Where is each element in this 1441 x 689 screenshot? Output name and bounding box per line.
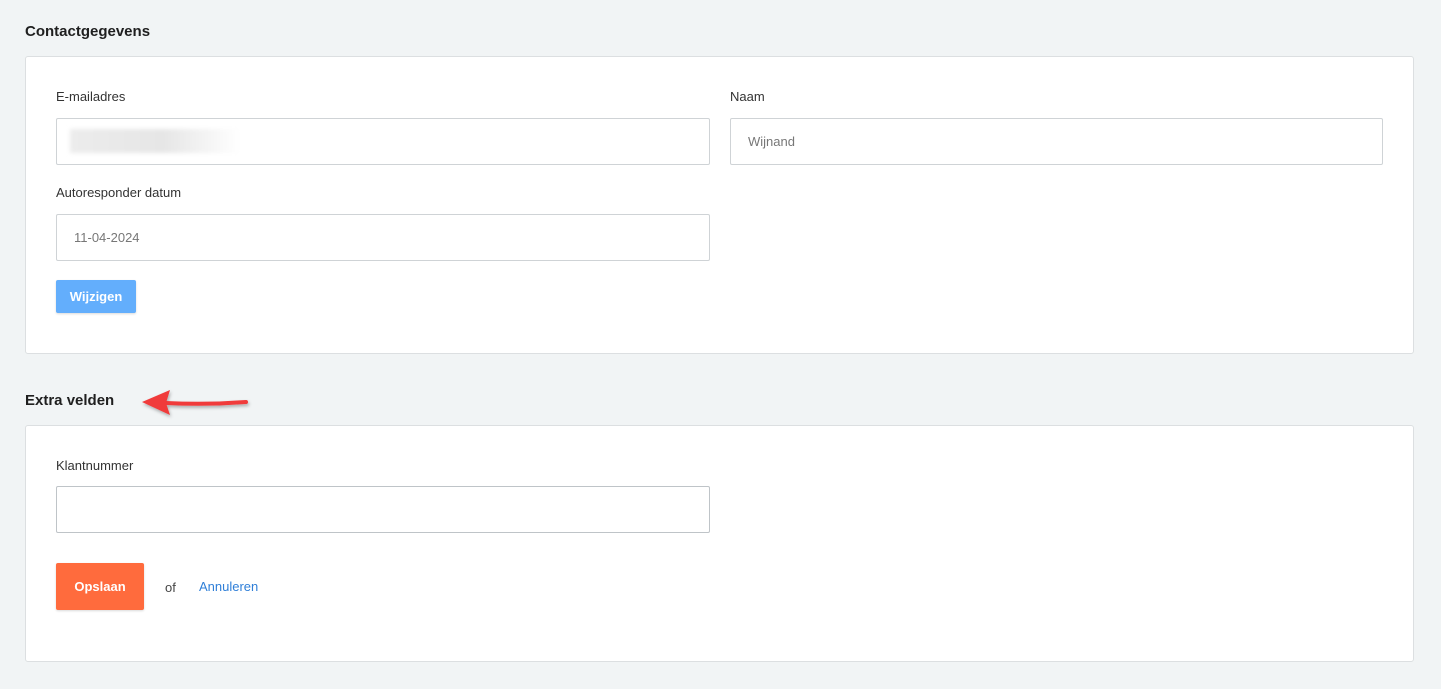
customer-number-label: Klantnummer xyxy=(56,458,134,473)
email-field[interactable] xyxy=(56,118,710,165)
extra-section-title: Extra velden xyxy=(25,392,115,409)
change-button[interactable]: Wijzigen xyxy=(56,280,136,313)
save-button[interactable]: Opslaan xyxy=(56,563,144,610)
name-label: Naam xyxy=(730,89,765,104)
red-arrow-left-icon xyxy=(142,390,248,415)
contact-section-title: Contactgegevens xyxy=(25,23,151,40)
email-label: E-mailadres xyxy=(56,89,126,104)
or-text: of xyxy=(165,580,176,595)
contact-panel: E-mailadres Naam Wijnand Autoresponder d… xyxy=(25,56,1414,354)
email-value-redacted xyxy=(70,129,240,153)
name-field[interactable]: Wijnand xyxy=(730,118,1383,165)
extra-fields-panel: Klantnummer Opslaan of Annuleren xyxy=(25,425,1414,662)
customer-number-field[interactable] xyxy=(56,486,710,533)
cancel-link[interactable]: Annuleren xyxy=(199,579,258,594)
autoresponder-date-field[interactable]: 11-04-2024 xyxy=(56,214,710,261)
autoresponder-date-label: Autoresponder datum xyxy=(56,185,182,200)
